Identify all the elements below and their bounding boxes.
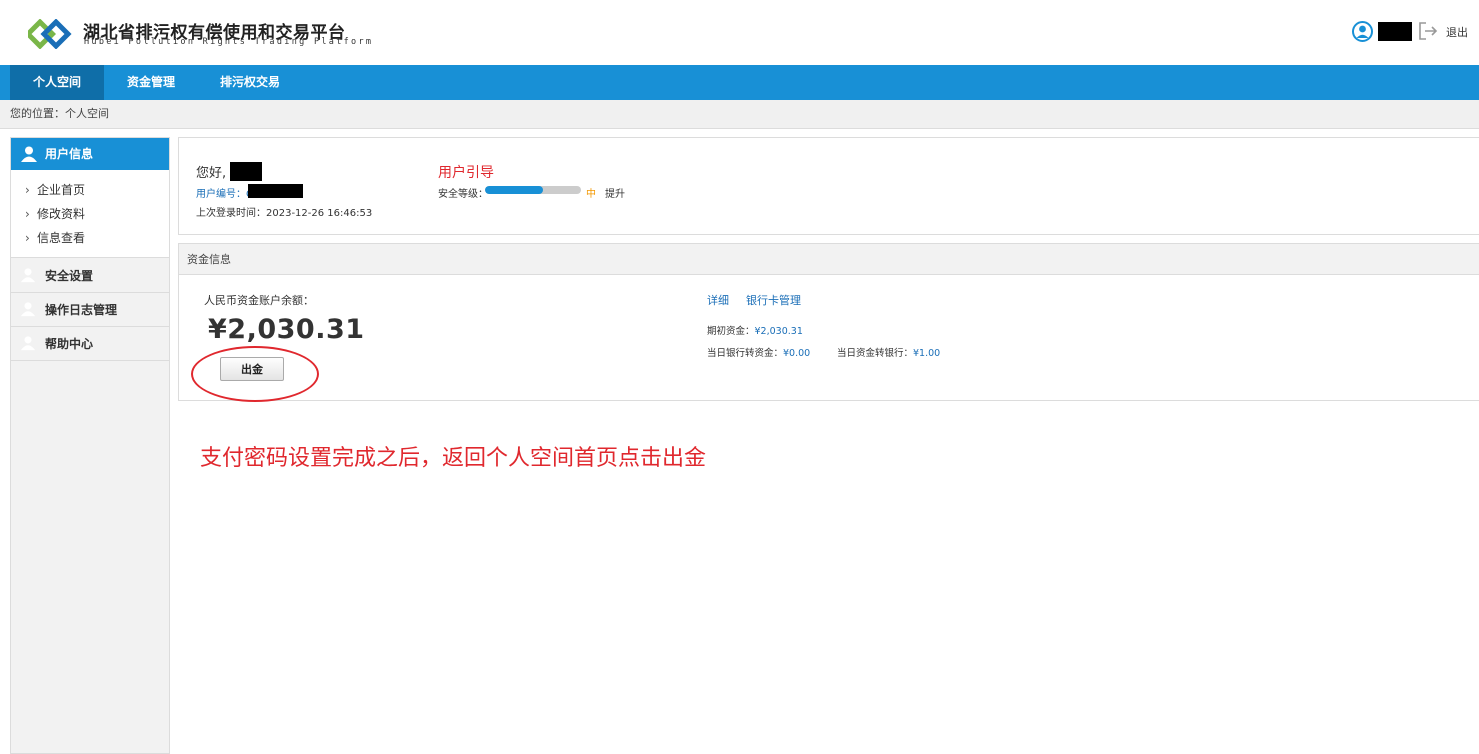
breadcrumb: 您的位置：个人空间 [0, 100, 1479, 129]
sidebar-sub-list: › 企业首页 › 修改资料 › 信息查看 [11, 170, 169, 258]
bank-to-fund-label: 当日银行转资金： [707, 348, 784, 359]
user-icon [21, 146, 37, 162]
logo-icon [28, 19, 72, 49]
chevron-right-icon: › [25, 207, 30, 221]
breadcrumb-prefix: 您的位置： [10, 107, 65, 120]
header: 湖北省排污权有偿使用和交易平台 Hubei Pollution Rights T… [0, 0, 1479, 65]
sidebar-item-label: 企业首页 [37, 183, 86, 197]
sidebar-item-label: 修改资料 [37, 207, 86, 221]
sidebar-item-label: 信息查看 [37, 231, 86, 245]
bank-card-management-link[interactable]: 银行卡管理 [746, 292, 801, 308]
sidebar-item-security-settings[interactable]: 安全设置 [11, 259, 169, 293]
redacted-user-number [248, 184, 303, 198]
logout-icon[interactable] [1417, 20, 1439, 42]
balance-label: 人民币资金账户余额： [204, 294, 314, 307]
sidebar: 用户信息 › 企业首页 › 修改资料 › 信息查看 安全设置 操作日志管理 帮助中心 [10, 137, 170, 754]
bank-to-fund-value: ¥0.00 [783, 348, 811, 359]
fund-info-panel: 资金信息 人民币资金账户余额： ¥2,030.31 出金 详细 银行卡管理 期初… [178, 243, 1479, 402]
bank-to-fund-today: 当日银行转资金：¥0.00 [707, 345, 810, 359]
fund-to-bank-label: 当日资金转银行： [837, 348, 914, 359]
sidebar-item-label: 安全设置 [45, 269, 94, 283]
chevron-right-icon: › [25, 183, 30, 197]
user-number-label: 用户编号： [196, 189, 246, 200]
user-icon [20, 268, 36, 283]
initial-fund-value: ¥2,030.31 [754, 326, 803, 337]
user-guide-link[interactable]: 用户引导 [438, 162, 494, 182]
user-number: 用户编号：C [196, 185, 253, 200]
user-icon [20, 336, 36, 351]
balance-value: ¥2,030.31 [208, 314, 365, 345]
fund-panel-title: 资金信息 [179, 244, 1479, 275]
instruction-annotation: 支付密码设置完成之后，返回个人空间首页点击出金 [200, 446, 707, 471]
last-login-time: 上次登录时间：2023-12-26 16:46:53 [196, 208, 373, 219]
fund-to-bank-today: 当日资金转银行：¥1.00 [837, 345, 940, 359]
redacted-username [1378, 22, 1412, 41]
nav-tab-personal-space[interactable]: 个人空间 [10, 65, 104, 100]
nav-tab-fund-management[interactable]: 资金管理 [104, 65, 198, 100]
site-subtitle: Hubei Pollution Rights Trading Platform [84, 37, 374, 47]
main-nav: 个人空间 资金管理 排污权交易 [0, 65, 1479, 100]
fund-to-bank-value: ¥1.00 [913, 348, 941, 359]
withdraw-button[interactable]: 出金 [220, 357, 284, 381]
security-level-fill [485, 186, 543, 194]
sidebar-header-user-info[interactable]: 用户信息 [11, 138, 169, 170]
sidebar-item-operation-log[interactable]: 操作日志管理 [11, 293, 169, 327]
sidebar-item-label: 帮助中心 [45, 337, 94, 351]
sidebar-item-help-center[interactable]: 帮助中心 [11, 327, 169, 361]
sidebar-item-edit-profile[interactable]: › 修改资料 [25, 204, 85, 224]
security-level-bar [485, 186, 581, 194]
user-avatar-icon[interactable] [1352, 21, 1373, 42]
logout-link[interactable]: 退出 [1446, 24, 1468, 40]
user-info-panel: 您好, 用户编号：C 上次登录时间：2023-12-26 16:46:53 用户… [178, 137, 1479, 235]
security-level-label: 安全等级： [438, 189, 488, 200]
security-level-value: 中 [586, 189, 596, 200]
redacted-name [230, 162, 262, 181]
user-icon [20, 302, 36, 317]
security-upgrade-link[interactable]: 提升 [605, 185, 625, 200]
greeting: 您好, [196, 166, 227, 181]
chevron-right-icon: › [25, 231, 30, 245]
initial-fund: 期初资金：¥2,030.31 [707, 323, 803, 337]
sidebar-header-label: 用户信息 [45, 147, 94, 161]
sidebar-item-view-info[interactable]: › 信息查看 [25, 228, 85, 248]
detail-link[interactable]: 详细 [707, 292, 729, 308]
sidebar-item-label: 操作日志管理 [45, 303, 118, 317]
sidebar-item-company-home[interactable]: › 企业首页 [25, 180, 85, 200]
nav-tab-emission-trading[interactable]: 排污权交易 [198, 65, 302, 100]
initial-fund-label: 期初资金： [707, 326, 755, 337]
breadcrumb-current: 个人空间 [65, 107, 109, 120]
